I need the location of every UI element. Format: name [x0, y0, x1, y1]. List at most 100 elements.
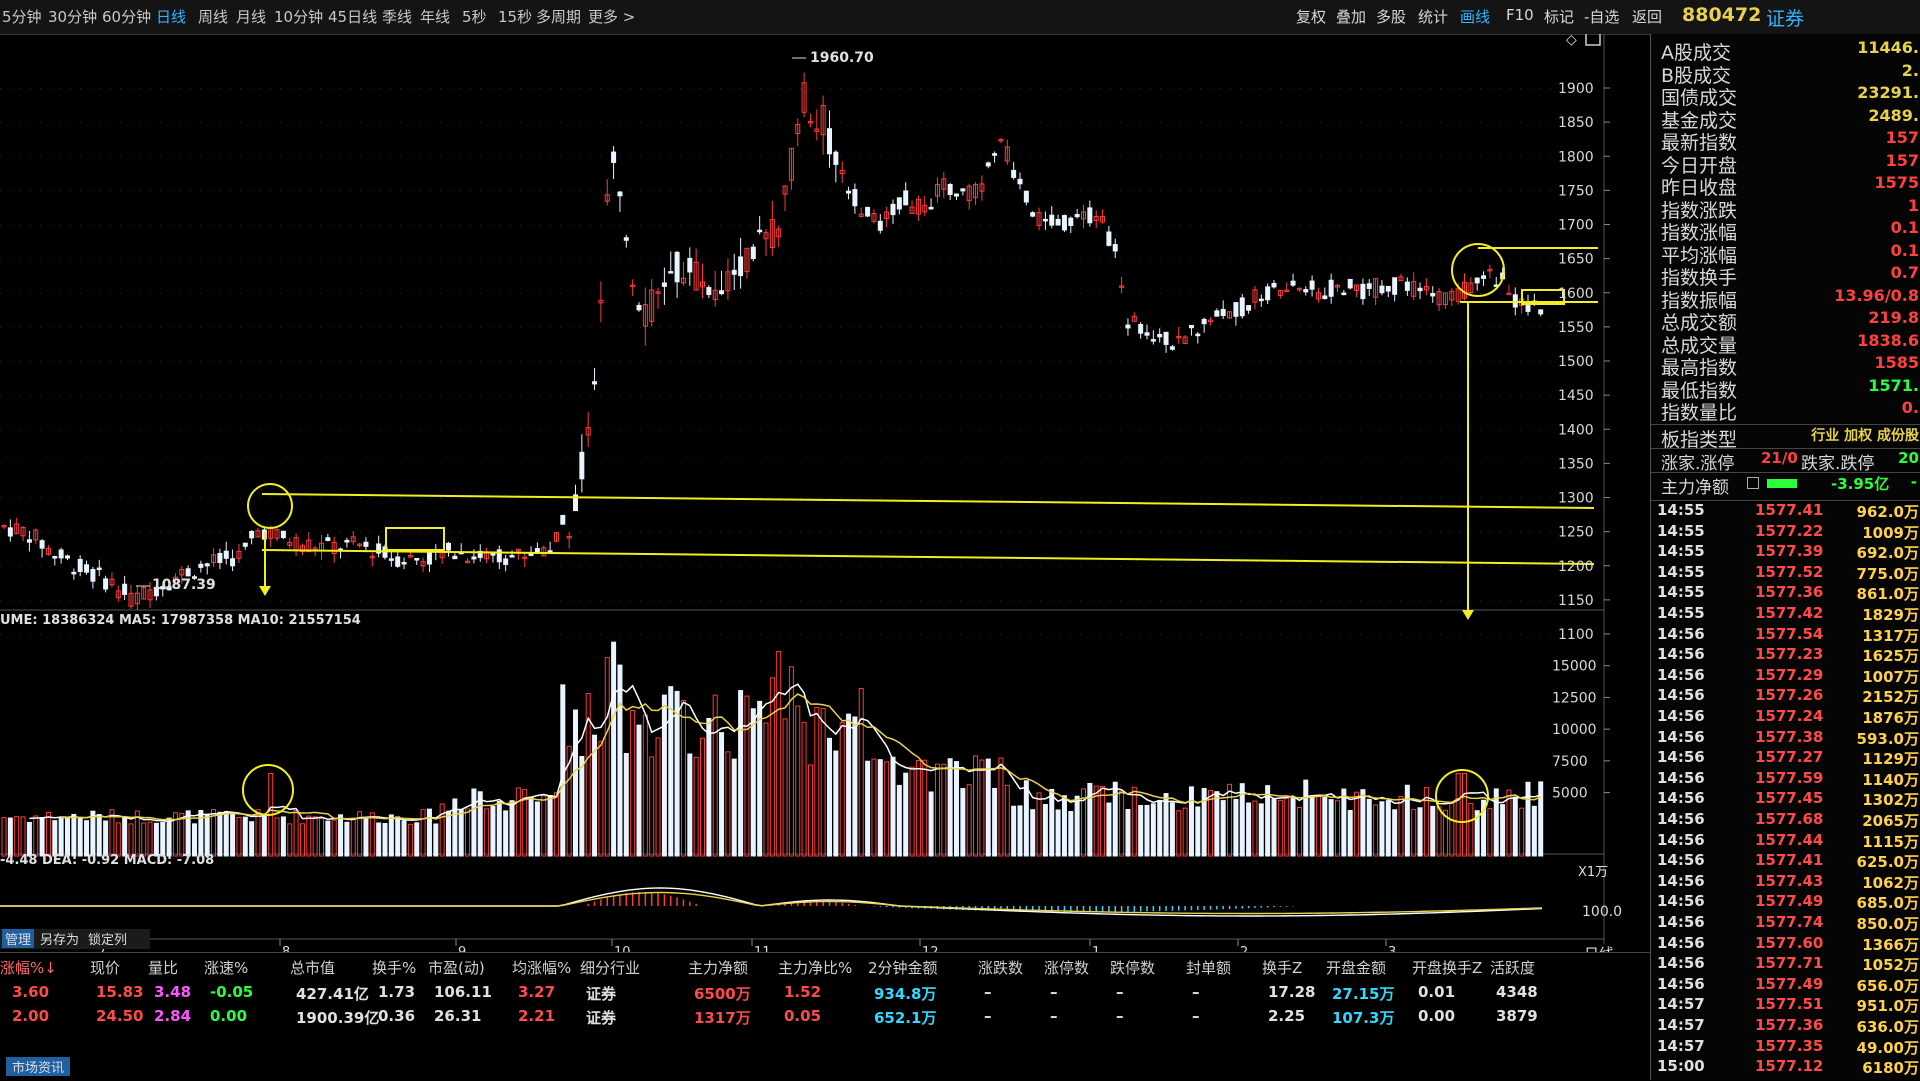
volume-bar [795, 705, 801, 857]
tool-statistics[interactable]: 统计 [1418, 6, 1448, 27]
column-header[interactable]: 主力净比% [778, 957, 852, 978]
volume-bar [293, 810, 299, 857]
column-header[interactable]: 换手% [372, 957, 416, 978]
column-header[interactable]: 跌停数 [1110, 957, 1155, 978]
volume-bar [344, 821, 350, 857]
stat-row: 总成交额 219.8 [1651, 308, 1920, 334]
candle-body [1188, 324, 1194, 329]
volume-bar [217, 811, 223, 857]
tool-watchlist[interactable]: -自选 [1584, 6, 1619, 27]
volume-bar [1061, 795, 1067, 857]
period-multi[interactable]: 多周期 [536, 6, 581, 27]
tool-mark[interactable]: 标记 [1544, 6, 1574, 27]
column-header[interactable]: 涨速% [204, 957, 248, 978]
candle-body [687, 257, 693, 273]
tool-adjust[interactable]: 复权 [1296, 6, 1326, 27]
kline-chart-area[interactable]: 1900 1850 1800 1750 1700 1650 1600 1550 1500 1450… [0, 32, 1650, 963]
date-label: 12 [922, 945, 939, 952]
volume-bar [1462, 773, 1467, 857]
tick-price: 1577.26 [1755, 686, 1824, 705]
table-cell[interactable]: 3.60 [12, 983, 49, 1001]
volume-bar [655, 737, 661, 857]
main-net-row: 主力净额 -3.95亿 - [1651, 472, 1920, 498]
period-60min[interactable]: 60分钟 [102, 6, 151, 27]
tool-back[interactable]: 返回 [1632, 6, 1662, 27]
volume-bar [382, 823, 388, 857]
volume-bar [719, 732, 725, 857]
column-header[interactable]: 开盘金额 [1326, 957, 1386, 978]
tool-multi-stock[interactable]: 多股 [1376, 6, 1406, 27]
period-weekly[interactable]: 周线 [198, 6, 228, 27]
column-header[interactable]: 现价 [90, 957, 120, 978]
column-header[interactable]: 2分钟金额 [868, 957, 938, 978]
column-header[interactable]: 主力净额 [688, 957, 748, 978]
period-year[interactable]: 年线 [420, 6, 450, 27]
column-header[interactable]: 均涨幅% [512, 957, 571, 978]
kline-chart-svg[interactable]: 1900 1850 1800 1750 1700 1650 1600 1550 1500 1450… [0, 32, 1650, 963]
tool-f10[interactable]: F10 [1506, 6, 1534, 24]
period-daily[interactable]: 日线 [156, 6, 186, 27]
period-30min[interactable]: 30分钟 [48, 6, 97, 27]
candle-body [395, 556, 401, 567]
volume-bar [776, 650, 782, 857]
volume-bar [865, 760, 871, 857]
column-header[interactable]: 量比 [148, 957, 178, 978]
tab-save-as[interactable]: 另存为 [40, 929, 79, 948]
column-header[interactable]: 市盈(动) [428, 957, 485, 978]
tool-draw-line[interactable]: 画线 [1460, 6, 1490, 27]
volume-bar [1042, 804, 1048, 857]
column-header[interactable]: 细分行业 [580, 957, 640, 978]
column-header[interactable]: 涨跌数 [978, 957, 1023, 978]
tick-volume: 692.0万 [1856, 544, 1919, 563]
period-10min[interactable]: 10分钟 [274, 6, 323, 27]
toggle-icon[interactable] [1747, 477, 1759, 489]
volume-bar [1290, 796, 1296, 857]
period-5sec[interactable]: 5秒 [462, 6, 487, 27]
tick-row: 14:55 1577.42 1829万 [1651, 604, 1920, 625]
sector-type-value[interactable]: 行业 加权 成份股 [1811, 425, 1919, 445]
tick-row: 14:57 1577.35 49.00万 [1651, 1037, 1920, 1058]
period-45day[interactable]: 45日线 [328, 6, 377, 27]
column-header[interactable]: 开盘换手Z [1412, 957, 1482, 978]
column-header[interactable]: 涨停数 [1044, 957, 1089, 978]
candle-body [1049, 214, 1055, 226]
tick-row: 14:56 1577.59 1140万 [1651, 769, 1920, 790]
tab-lock-column[interactable]: 锁定列 [88, 929, 127, 948]
tick-volume: 1052万 [1862, 956, 1919, 975]
volume-bar [1328, 799, 1334, 857]
table-cell: 107.3万 [1332, 1009, 1395, 1027]
volume-bar [903, 772, 909, 857]
table-cell[interactable]: 2.00 [12, 1007, 49, 1025]
period-quarter[interactable]: 季线 [382, 6, 412, 27]
volume-bar [420, 809, 426, 857]
period-more[interactable]: 更多 > [588, 6, 635, 27]
candle-body [1201, 318, 1207, 325]
period-monthly[interactable]: 月线 [236, 6, 266, 27]
tool-overlay[interactable]: 叠加 [1336, 6, 1366, 27]
column-header[interactable]: 封单额 [1186, 957, 1231, 978]
tab-manage[interactable]: 管理 [2, 929, 35, 948]
volume-bar [45, 812, 51, 857]
limit-down-value: 20 [1898, 449, 1919, 467]
window-icon[interactable] [1585, 32, 1601, 46]
tick-list[interactable]: 14:55 1577.41 962.0万 14:55 1577.22 1009万 14:55… [1651, 500, 1920, 1077]
period-5min[interactable]: 5分钟 [2, 6, 42, 27]
column-header[interactable]: 换手Z [1262, 957, 1302, 978]
date-label: 8 [282, 945, 290, 952]
tick-row: 14:56 1577.29 1007万 [1651, 666, 1920, 687]
volume-bar [757, 700, 763, 857]
volume-bar [661, 694, 667, 857]
tick-time: 14:55 [1657, 521, 1705, 540]
diamond-icon[interactable]: ◇ [1566, 32, 1577, 48]
column-header[interactable]: 总市值 [290, 957, 335, 978]
volume-bar [325, 820, 331, 857]
tick-price: 1577.54 [1755, 624, 1824, 643]
tab-market-news[interactable]: 市场资讯 [6, 1057, 71, 1076]
price-axis: 1900 1850 1800 1750 1700 1650 1600 1550 1500 1450… [1552, 81, 1610, 802]
column-header[interactable]: 涨幅%↓ [0, 957, 57, 978]
period-15sec[interactable]: 15秒 [498, 6, 532, 27]
table-cell: 1.73 [378, 983, 416, 1001]
volume-bar [922, 759, 928, 857]
volume-bar [1360, 789, 1366, 857]
column-header[interactable]: 活跃度 [1490, 957, 1535, 978]
